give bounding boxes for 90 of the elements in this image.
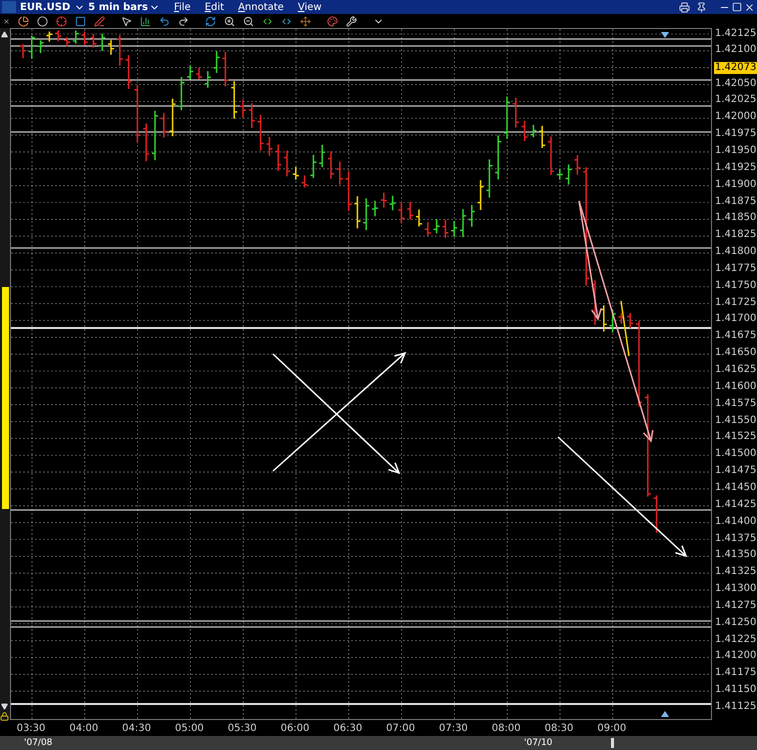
price-label: 1.41325 (715, 566, 756, 578)
time-label: 09:00 (597, 723, 626, 735)
price-label: 1.41750 (715, 280, 756, 292)
price-label: 1.42050 (715, 78, 756, 90)
lock-icon[interactable] (0, 712, 9, 721)
price-label: 1.41975 (715, 128, 756, 140)
pen-icon[interactable] (94, 16, 105, 26)
price-label: 1.41450 (715, 482, 756, 494)
menu-item[interactable]: File (174, 0, 191, 14)
marker-icon[interactable] (661, 32, 669, 38)
time-label: 06:00 (280, 723, 310, 735)
time-label: 04:30 (122, 723, 151, 735)
price-label: 1.42100 (715, 44, 756, 56)
chart-pie-icon[interactable] (18, 16, 29, 26)
price-label: 1.41225 (715, 634, 756, 646)
circle-icon[interactable] (37, 16, 48, 26)
price-label: 1.41150 (715, 684, 756, 696)
close-icon[interactable] (744, 2, 755, 12)
price-label: 1.41350 (715, 549, 756, 562)
square-icon[interactable] (75, 16, 86, 26)
time-label: 08:00 (492, 723, 521, 735)
scroll-up-icon[interactable] (1, 31, 8, 38)
time-label: 04:00 (69, 723, 98, 735)
scrollbar[interactable]: '07/08 '07/10 (0, 736, 757, 750)
refresh-icon[interactable] (205, 16, 216, 26)
time-label: 05:30 (228, 723, 257, 735)
zoom-in-icon[interactable] (224, 16, 235, 26)
time-label: 03:30 (16, 723, 46, 735)
marker-icon[interactable] (661, 711, 669, 717)
price-label: 1.41875 (715, 196, 756, 208)
price-label: 1.41275 (715, 600, 756, 612)
menu-item[interactable]: View (298, 0, 322, 14)
price-label: 1.41200 (715, 650, 756, 662)
price-label: 1.41675 (715, 330, 756, 342)
price-label: 1.41475 (715, 465, 756, 478)
price-label: 1.41300 (715, 583, 756, 596)
price-label: 1.41900 (715, 178, 756, 191)
pin-icon[interactable] (696, 2, 707, 12)
price-label: 1.41825 (715, 229, 756, 242)
menu-item[interactable]: Edit (204, 0, 224, 14)
price-label: 1.41625 (715, 364, 756, 376)
wrench-icon[interactable] (346, 16, 357, 26)
move-icon[interactable] (300, 16, 311, 26)
bar-chart-icon[interactable] (140, 16, 151, 26)
time-label: 08:30 (544, 723, 574, 735)
price-label: 1.41500 (715, 448, 756, 460)
price-label: 1.41575 (715, 398, 756, 410)
zoom-out-icon[interactable] (243, 16, 254, 26)
price-label: 1.41375 (715, 532, 756, 544)
last-price-label: 1.42073 (714, 62, 757, 74)
scroll-down-icon[interactable] (1, 703, 8, 710)
redo-icon[interactable] (178, 16, 189, 26)
price-label: 1.41725 (715, 296, 756, 309)
price-label: 1.41250 (715, 616, 756, 629)
price-label: 1.41950 (715, 144, 756, 157)
crosshair-icon[interactable] (56, 16, 67, 26)
price-label: 1.41925 (715, 162, 756, 174)
price-label: 1.41400 (715, 516, 756, 528)
scroll-thumb[interactable] (611, 738, 614, 748)
price-label: 1.41650 (715, 347, 756, 360)
price-label: 1.41800 (715, 246, 756, 258)
price-label: 1.41175 (715, 667, 756, 680)
time-label: 05:00 (174, 723, 204, 735)
price-label: 1.42000 (715, 111, 756, 124)
price-label: 1.41600 (715, 380, 756, 393)
price-label: 1.42025 (715, 94, 756, 106)
pointer-icon[interactable] (121, 16, 132, 26)
printer-icon[interactable] (679, 2, 690, 12)
trend-line (620, 300, 630, 356)
time-label: 06:30 (333, 723, 362, 735)
date-label: '07/10 (524, 737, 552, 749)
price-label: 1.42125 (715, 28, 756, 40)
time-label: 07:00 (386, 723, 415, 735)
maximize-icon[interactable] (732, 2, 742, 12)
price-label: 1.41550 (715, 414, 756, 427)
price-label: 1.41700 (715, 313, 756, 326)
symbol-label[interactable]: EUR.USD (20, 0, 70, 14)
close-icon[interactable] (3, 18, 10, 24)
price-label: 1.41125 (715, 701, 756, 713)
palette-icon[interactable] (327, 16, 338, 26)
price-label: 1.41525 (715, 431, 756, 444)
undo-icon[interactable] (159, 16, 170, 26)
app-icon (2, 1, 16, 13)
price-label: 1.41850 (715, 212, 756, 224)
price-label: 1.41775 (715, 262, 756, 275)
time-label: 07:30 (438, 723, 468, 735)
menu-item[interactable]: Annotate (238, 0, 284, 14)
date-label: '07/08 (24, 737, 52, 749)
price-label: 1.41425 (715, 498, 756, 511)
bar-size-label[interactable]: 5 min bars (88, 0, 148, 14)
